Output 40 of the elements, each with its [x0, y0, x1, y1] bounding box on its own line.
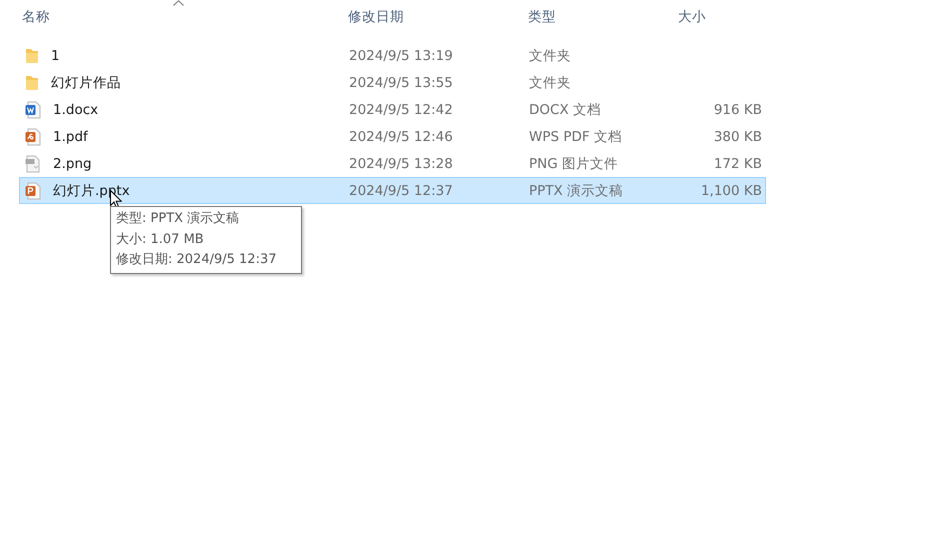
- file-row[interactable]: 幻灯片作品 2024/9/5 13:55 文件夹: [19, 69, 766, 96]
- file-size: 380 KB: [714, 128, 762, 144]
- modified-date: 2024/9/5 12:42: [349, 102, 454, 118]
- tooltip-line: 大小: 1.07 MB: [116, 230, 205, 248]
- file-type: PPTX 演示文稿: [529, 182, 624, 200]
- file-row[interactable]: 1 2024/9/5 13:19 文件夹: [19, 42, 766, 69]
- tooltip-line: 类型: PPTX 演示文稿: [116, 210, 240, 228]
- file-name: 1: [51, 48, 60, 64]
- file-type: 文件夹: [529, 46, 572, 64]
- column-header[interactable]: 修改日期: [348, 8, 404, 26]
- file-type: PNG 图片文件: [529, 154, 619, 172]
- file-name: 幻灯片作品: [51, 74, 121, 92]
- modified-date: 2024/9/5 12:37: [349, 182, 454, 198]
- pdf-file-icon: [25, 128, 41, 146]
- modified-date: 2024/9/5 13:55: [349, 74, 454, 90]
- folder-icon: [25, 74, 39, 90]
- modified-date: 2024/9/5 13:28: [349, 156, 454, 172]
- file-row[interactable]: 1.pdf 2024/9/5 12:46 WPS PDF 文档 380 KB: [19, 123, 766, 150]
- file-row[interactable]: 2.png 2024/9/5 13:28 PNG 图片文件 172 KB: [19, 150, 766, 177]
- file-type: 文件夹: [529, 74, 572, 92]
- file-name: 1.docx: [53, 102, 98, 118]
- slides-file-icon: [25, 182, 41, 200]
- file-name: 1.pdf: [53, 128, 88, 144]
- file-type: DOCX 文档: [529, 100, 602, 118]
- file-size: 1,100 KB: [700, 182, 762, 198]
- file-size: 916 KB: [714, 102, 762, 118]
- modified-date: 2024/9/5 12:46: [349, 128, 454, 144]
- tooltip-line: 修改日期: 2024/9/5 12:37: [116, 251, 278, 269]
- image-file-icon: [25, 154, 41, 172]
- folder-icon: [25, 48, 39, 64]
- file-row[interactable]: 1.docx 2024/9/5 12:42 DOCX 文档 916 KB: [19, 96, 766, 123]
- column-header[interactable]: 大小: [678, 8, 706, 26]
- file-size: 172 KB: [714, 156, 762, 172]
- column-header[interactable]: 名称: [22, 8, 50, 26]
- word-file-icon: [25, 100, 41, 118]
- file-name: 2.png: [53, 156, 92, 172]
- file-type: WPS PDF 文档: [529, 128, 623, 146]
- modified-date: 2024/9/5 13:19: [349, 48, 454, 64]
- column-header[interactable]: 类型: [528, 8, 556, 26]
- sort-ascending-icon: [173, 0, 184, 6]
